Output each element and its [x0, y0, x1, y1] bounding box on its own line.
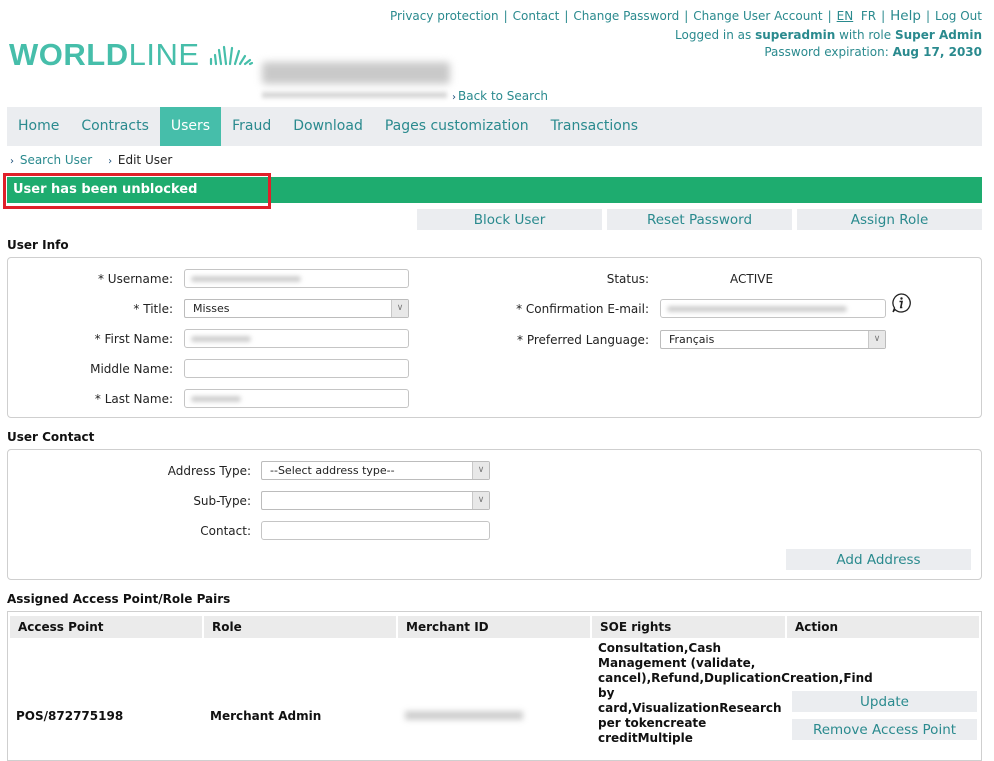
reset-password-button[interactable]: Reset Password: [607, 209, 792, 230]
last-name-label: * Last Name:: [94, 392, 173, 406]
nav-download[interactable]: Download: [282, 107, 374, 146]
address-type-label: Address Type:: [167, 464, 251, 478]
password-expiration: Password expiration: Aug 17, 2030: [764, 45, 982, 59]
confirmation-email-input[interactable]: [660, 299, 886, 318]
worldline-logo: WORLDLINE: [9, 37, 254, 72]
middle-name-input[interactable]: [184, 359, 409, 378]
language-fr-link[interactable]: FR: [861, 9, 876, 23]
status-value: ACTIVE: [730, 272, 774, 286]
nav-fraud[interactable]: Fraud: [221, 107, 282, 146]
remove-access-point-button[interactable]: Remove Access Point: [792, 719, 977, 740]
chevron-right-icon: ›: [452, 92, 456, 103]
confirmation-email-label: * Confirmation E-mail:: [516, 302, 649, 316]
user-info-title: User Info: [7, 238, 69, 252]
add-address-button[interactable]: Add Address: [786, 549, 971, 570]
password-expiration-date: Aug 17, 2030: [892, 45, 982, 59]
info-icon[interactable]: [890, 292, 912, 314]
breadcrumb-edit-user: Edit User: [117, 153, 173, 167]
nav-transactions[interactable]: Transactions: [540, 107, 649, 146]
change-password-link[interactable]: Change Password: [573, 9, 679, 23]
block-user-button[interactable]: Block User: [417, 209, 602, 230]
chevron-right-icon: ›: [10, 156, 14, 167]
update-button[interactable]: Update: [792, 691, 977, 712]
sub-type-select[interactable]: ∨: [261, 491, 490, 510]
login-info: Logged in as superadmin with role Super …: [675, 28, 982, 42]
logged-in-role: Super Admin: [894, 28, 982, 42]
nav-pages-customization[interactable]: Pages customization: [374, 107, 540, 146]
logout-link[interactable]: Log Out: [935, 9, 982, 23]
back-to-search-link[interactable]: › Back to Search: [452, 89, 548, 103]
access-point-value: POS/872775198: [16, 709, 124, 723]
preferred-language-select[interactable]: Français ∨: [660, 330, 886, 349]
language-en-link[interactable]: EN: [837, 9, 854, 23]
highlight-annotation: [3, 173, 271, 209]
assign-role-button[interactable]: Assign Role: [797, 209, 982, 230]
nav-contracts[interactable]: Contracts: [70, 107, 160, 146]
last-name-redacted: [191, 396, 241, 402]
logged-in-username: superadmin: [755, 28, 836, 42]
role-value: Merchant Admin: [210, 709, 322, 723]
first-name-label: * First Name:: [94, 332, 173, 346]
merchant-id-redacted: [405, 711, 523, 720]
sub-type-label: Sub-Type:: [193, 494, 251, 508]
email-redacted: [667, 306, 847, 312]
help-link[interactable]: Help: [890, 8, 921, 24]
chevron-right-icon: ›: [108, 156, 113, 167]
column-header-soe-rights: SOE rights: [592, 616, 785, 638]
middle-name-label: Middle Name:: [90, 362, 173, 376]
username-label: * Username:: [97, 272, 173, 286]
title-select[interactable]: Misses ∨: [184, 299, 409, 318]
first-name-input[interactable]: [184, 329, 409, 348]
access-points-title: Assigned Access Point/Role Pairs: [7, 592, 231, 606]
breadcrumb-search-user[interactable]: Search User: [20, 153, 92, 167]
preferred-language-label: * Preferred Language:: [517, 333, 649, 347]
chevron-down-icon: ∨: [868, 331, 885, 348]
soe-rights-value: Consultation,Cash Management (validate, …: [598, 641, 873, 745]
column-header-action: Action: [787, 616, 979, 638]
nav-users[interactable]: Users: [159, 107, 222, 146]
contact-label: Contact:: [200, 524, 251, 538]
contact-input[interactable]: [261, 521, 490, 540]
status-label: Status:: [606, 272, 649, 286]
user-contact-title: User Contact: [7, 430, 95, 444]
privacy-protection-link[interactable]: Privacy protection: [390, 9, 499, 23]
top-links: Privacy protection | Contact | Change Passwo…: [390, 8, 982, 24]
contact-link[interactable]: Contact: [513, 9, 560, 23]
column-header-merchant-id: Merchant ID: [398, 616, 590, 638]
merchant-details-redacted: [262, 92, 447, 98]
address-type-select[interactable]: --Select address type-- ∨: [261, 461, 490, 480]
nav-home[interactable]: Home: [7, 107, 70, 146]
main-nav: Home Contracts Users Fraud Download Page…: [7, 107, 982, 146]
breadcrumb: › Search User › Edit User: [10, 153, 172, 167]
first-name-redacted: [191, 336, 251, 342]
worldline-mark-icon: [209, 45, 253, 66]
change-user-account-link[interactable]: Change User Account: [693, 9, 822, 23]
column-header-access-point: Access Point: [10, 616, 202, 638]
merchant-name-redacted: [262, 62, 450, 84]
last-name-input[interactable]: [184, 389, 409, 408]
chevron-down-icon: ∨: [472, 492, 489, 509]
username-redacted: [191, 276, 301, 282]
username-input[interactable]: [184, 269, 409, 288]
chevron-down-icon: ∨: [391, 300, 408, 317]
title-label: * Title:: [133, 302, 173, 316]
chevron-down-icon: ∨: [472, 462, 489, 479]
column-header-role: Role: [204, 616, 396, 638]
